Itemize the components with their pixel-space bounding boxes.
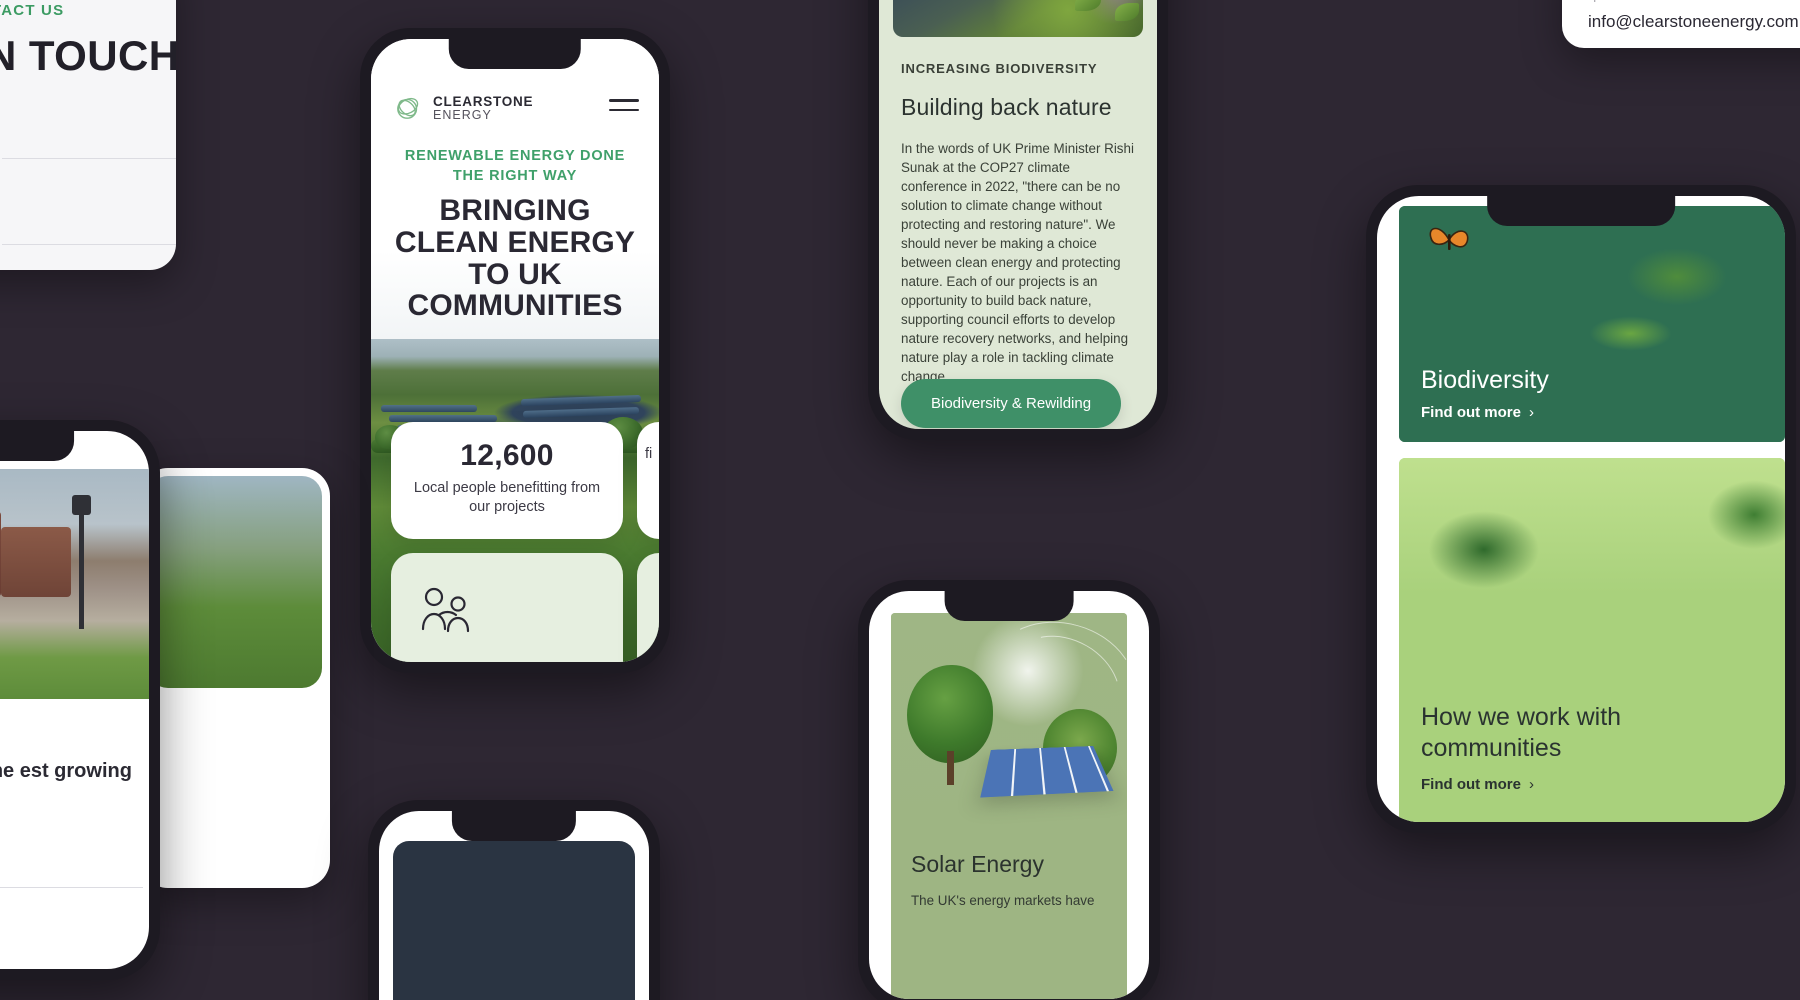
biodiversity-heading: Building back nature (901, 94, 1112, 120)
phone-mockup-biodiversity: INCREASING BIODIVERSITY Building back na… (868, 0, 1168, 440)
phone-notch (448, 39, 582, 69)
tile-link-label: Find out more (1421, 404, 1521, 421)
logo-line-2: ENERGY (433, 107, 492, 122)
biodiversity-eyebrow: INCREASING BIODIVERSITY (901, 61, 1098, 76)
email-card-fragment: questions? We're here! info@clearstoneen… (1562, 0, 1800, 48)
homepage-screen: CLEARSTONE ENERGY RENEWABLE ENERGY DONE … (371, 39, 659, 662)
hamburger-menu-icon[interactable] (609, 99, 639, 112)
dark-section-panel (393, 841, 635, 1000)
stat-label: fi (645, 446, 653, 462)
form-divider-1 (2, 158, 176, 159)
tree-left-icon (907, 665, 993, 785)
community-people-icon (421, 587, 470, 633)
phone-mockup-dark-section (368, 800, 660, 1000)
dark-screen (379, 811, 649, 1000)
phone-mockup-homepage: CLEARSTONE ENERGY RENEWABLE ENERGY DONE … (360, 28, 670, 673)
surname-field-underline (0, 887, 143, 888)
email-caption: questions? We're here! (1588, 0, 1742, 3)
hero-headline: BRINGING CLEAN ENERGY TO UK COMMUNITIES (394, 194, 636, 323)
email-address[interactable]: info@clearstoneenergy.com (1588, 12, 1799, 32)
biodiversity-content: INCREASING BIODIVERSITY Building back na… (901, 61, 1139, 386)
hero-eyebrow: RENEWABLE ENERGY DONE THE RIGHT WAY (404, 148, 626, 184)
biodiversity-body-text: In the words of UK Prime Minister Rishi … (901, 141, 1134, 385)
village-thumbnail-image (148, 476, 322, 688)
contact-eyebrow: TACT US (0, 2, 65, 19)
chevron-right-icon: › (1529, 404, 1534, 421)
family-park-illustration (1399, 458, 1785, 676)
feature-card-communities[interactable]: For Communities (391, 553, 623, 662)
butterfly-icon (1429, 227, 1469, 250)
contact-title: N TOUCH (0, 32, 176, 79)
village-screen: voltaic is the est growing echnology. Su… (0, 431, 149, 969)
chevron-right-icon: › (1529, 776, 1534, 793)
form-divider-2 (2, 244, 176, 245)
village-card-fragment (140, 468, 330, 888)
tile-link-label: Find out more (1421, 776, 1521, 793)
tile-biodiversity[interactable]: Biodiversity Find out more › (1399, 206, 1785, 442)
tile-find-out-more-link[interactable]: Find out more › (1421, 404, 1534, 421)
feature-card-secondary[interactable] (637, 553, 659, 662)
stat-label: Local people benefitting from our projec… (413, 480, 601, 515)
stat-number: 12,600 (460, 439, 554, 472)
phone-notch (0, 431, 74, 461)
tile-find-out-more-link[interactable]: Find out more › (1421, 776, 1534, 793)
village-body-text: voltaic is the est growing echnology. (0, 760, 132, 782)
phone-notch (451, 811, 577, 841)
stat-card: 12,600 Local people benefitting from our… (391, 422, 623, 539)
tiles-screen: Biodiversity Find out more › How we work … (1377, 196, 1785, 822)
solar-illustration (891, 613, 1127, 835)
site-header: CLEARSTONE ENERGY (391, 91, 639, 127)
phone-mockup-tiles: Biodiversity Find out more › How we work … (1366, 185, 1796, 833)
stat-card: fi (637, 422, 659, 539)
biodiversity-hero-image (893, 0, 1143, 37)
phone-notch (944, 591, 1074, 621)
clearstone-logo-icon (397, 97, 419, 119)
tile-communities[interactable]: How we work with communities Find out mo… (1399, 458, 1785, 822)
phone-mockup-solar: Solar Energy The UK's energy markets hav… (858, 580, 1160, 1000)
tile-title: Biodiversity (1421, 366, 1549, 394)
feature-title: For Communities (417, 661, 557, 662)
logo-line-1: CLEARSTONE (433, 93, 534, 109)
phone-notch (1487, 196, 1675, 226)
solar-panel-icon (980, 746, 1114, 798)
contact-card-fragment: TACT US N TOUCH (0, 0, 176, 270)
biodiversity-rewilding-button[interactable]: Biodiversity & Rewilding (901, 379, 1122, 428)
phone-mockup-village: voltaic is the est growing echnology. Su… (0, 420, 160, 980)
tile-title: How we work with communities (1421, 703, 1622, 762)
mockup-canvas: TACT US N TOUCH questions? We're here! i… (0, 0, 1800, 1000)
village-street-photo (0, 469, 149, 699)
solar-energy-card[interactable]: Solar Energy The UK's energy markets hav… (891, 613, 1127, 999)
solar-body-text: The UK's energy markets have (911, 893, 1095, 908)
biodiversity-screen: INCREASING BIODIVERSITY Building back na… (879, 0, 1157, 429)
solar-screen: Solar Energy The UK's energy markets hav… (869, 591, 1149, 999)
solar-title: Solar Energy (911, 851, 1044, 877)
site-logo[interactable]: CLEARSTONE ENERGY (391, 91, 533, 125)
